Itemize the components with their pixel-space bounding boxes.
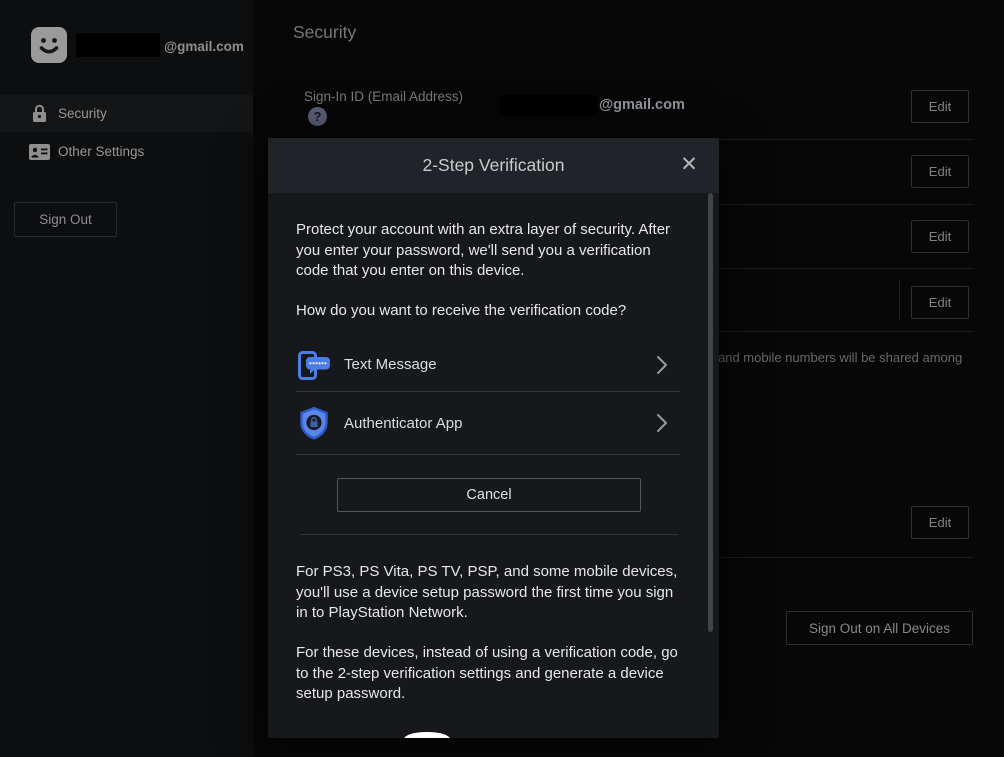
chevron-right-icon xyxy=(656,413,668,433)
dialog-header: 2-Step Verification ✕ xyxy=(268,138,719,193)
option-label: Authenticator App xyxy=(344,415,656,432)
sidebar: @gmail.com Security xyxy=(0,0,253,757)
option-label: Text Message xyxy=(344,356,656,373)
device-note-2: For these devices, instead of using a ve… xyxy=(296,643,684,705)
account-security-page: @gmail.com Security xyxy=(0,0,1004,757)
dialog-title: 2-Step Verification xyxy=(422,155,564,176)
shared-numbers-note: and mobile numbers will be shared among xyxy=(718,350,962,365)
section-divider xyxy=(300,534,678,535)
sidebar-email-suffix: @gmail.com xyxy=(164,39,244,54)
shield-lock-icon xyxy=(296,405,332,441)
modal-scrollbar[interactable] xyxy=(708,193,713,632)
edit-button[interactable]: Edit xyxy=(911,506,969,539)
redacted-username xyxy=(76,33,160,57)
sidebar-item-label: Other Settings xyxy=(58,144,144,159)
edit-button[interactable]: Edit xyxy=(911,220,969,253)
phone-message-icon xyxy=(296,347,332,383)
close-icon[interactable]: ✕ xyxy=(675,151,703,179)
question-text: How do you want to receive the verificat… xyxy=(296,301,684,322)
option-authenticator-app[interactable]: Authenticator App xyxy=(296,392,680,455)
signin-id-label: Sign-In ID (Email Address) xyxy=(304,89,463,104)
page-title: Security xyxy=(293,22,356,43)
two-step-verification-dialog: 2-Step Verification ✕ Protect your accou… xyxy=(268,138,719,738)
bottom-peek-element xyxy=(404,732,450,738)
sign-out-button[interactable]: Sign Out xyxy=(14,202,117,237)
intro-text: Protect your account with an extra layer… xyxy=(296,220,684,282)
edit-button[interactable]: Edit xyxy=(911,155,969,188)
sidebar-item-label: Security xyxy=(58,106,107,121)
sidebar-item-security[interactable]: Security xyxy=(0,95,253,132)
cell-divider xyxy=(899,280,900,320)
edit-button[interactable]: Edit xyxy=(911,90,969,123)
id-card-icon xyxy=(27,144,51,160)
cancel-button[interactable]: Cancel xyxy=(337,478,641,512)
lock-icon xyxy=(27,104,51,123)
help-icon[interactable]: ? xyxy=(308,107,327,126)
signin-email-suffix: @gmail.com xyxy=(599,97,685,113)
option-text-message[interactable]: Text Message xyxy=(296,338,680,392)
chevron-right-icon xyxy=(656,355,668,375)
redacted-email xyxy=(500,95,597,116)
edit-button[interactable]: Edit xyxy=(911,286,969,319)
sidebar-item-other-settings[interactable]: Other Settings xyxy=(0,133,253,170)
device-note-1: For PS3, PS Vita, PS TV, PSP, and some m… xyxy=(296,562,684,624)
avatar-smiley-icon xyxy=(31,27,67,63)
sign-out-all-devices-button[interactable]: Sign Out on All Devices xyxy=(786,611,973,645)
